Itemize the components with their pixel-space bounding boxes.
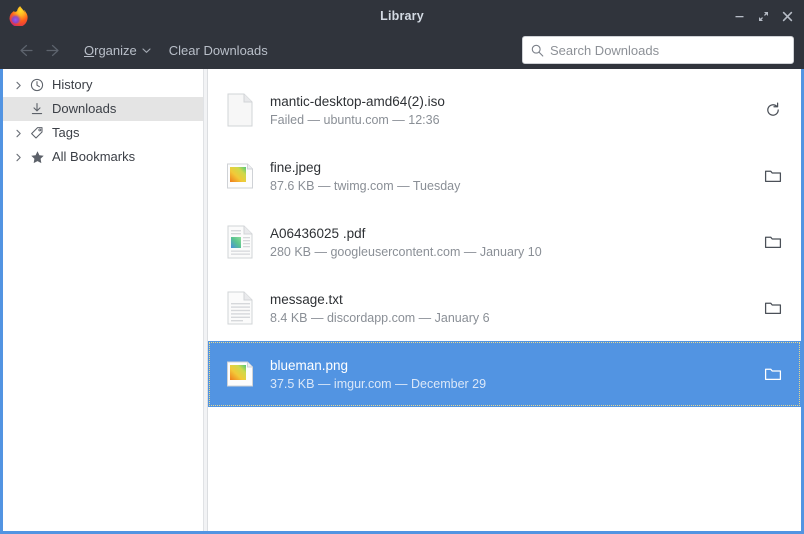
download-file-detail: Failed — ubuntu.com — 12:36 — [270, 113, 445, 127]
download-file-detail: 87.6 KB — twimg.com — Tuesday — [270, 179, 460, 193]
download-list-item-selected[interactable]: blueman.png 37.5 KB — imgur.com — Decemb… — [208, 341, 801, 407]
sidebar-item-label: All Bookmarks — [52, 150, 135, 164]
library-sidebar-tree: History Downloads — [3, 69, 204, 531]
download-item-text: A06436025 .pdf 280 KB — googleuserconten… — [270, 226, 542, 259]
download-item-text: blueman.png 37.5 KB — imgur.com — Decemb… — [270, 358, 486, 391]
sidebar-item-history[interactable]: History — [3, 73, 203, 97]
download-item-text: message.txt 8.4 KB — discordapp.com — Ja… — [270, 292, 490, 325]
pdf-document-icon — [224, 222, 256, 262]
download-file-detail: 37.5 KB — imgur.com — December 29 — [270, 377, 486, 391]
sidebar-item-all-bookmarks[interactable]: All Bookmarks — [3, 145, 203, 169]
chevron-down-icon — [142, 46, 151, 55]
organize-label-rest: rganize — [94, 43, 137, 58]
folder-icon[interactable] — [759, 360, 787, 388]
window-title: Library — [0, 9, 804, 23]
close-icon[interactable] — [776, 5, 798, 27]
library-window: Library — [0, 0, 804, 534]
back-arrow-icon[interactable] — [10, 37, 38, 63]
search-downloads-box[interactable] — [522, 36, 794, 64]
download-file-name: blueman.png — [270, 358, 486, 373]
forward-arrow-icon[interactable] — [40, 37, 68, 63]
folder-icon[interactable] — [759, 228, 787, 256]
download-item-text: mantic-desktop-amd64(2).iso Failed — ubu… — [270, 94, 445, 127]
twisty-placeholder — [9, 100, 27, 118]
sidebar-item-label: Tags — [52, 126, 79, 140]
image-icon — [224, 156, 256, 196]
folder-icon[interactable] — [759, 294, 787, 322]
download-list-item[interactable]: fine.jpeg 87.6 KB — twimg.com — Tuesday — [208, 143, 801, 209]
downloads-list[interactable]: mantic-desktop-amd64(2).iso Failed — ubu… — [208, 69, 801, 531]
sidebar-item-label: History — [52, 78, 92, 92]
firefox-logo-icon — [8, 6, 28, 26]
download-list-item[interactable]: A06436025 .pdf 280 KB — googleuserconten… — [208, 209, 801, 275]
clear-downloads-label: Clear Downloads — [169, 43, 268, 58]
download-file-detail: 8.4 KB — discordapp.com — January 6 — [270, 311, 490, 325]
chevron-right-icon[interactable] — [9, 124, 27, 142]
download-list-item[interactable]: message.txt 8.4 KB — discordapp.com — Ja… — [208, 275, 801, 341]
download-file-name: message.txt — [270, 292, 490, 307]
minimize-icon[interactable] — [728, 5, 750, 27]
download-file-detail: 280 KB — googleusercontent.com — January… — [270, 245, 542, 259]
download-file-name: A06436025 .pdf — [270, 226, 542, 241]
clock-icon — [27, 76, 47, 94]
sidebar-item-label: Downloads — [52, 102, 116, 116]
download-file-name: mantic-desktop-amd64(2).iso — [270, 94, 445, 109]
folder-icon[interactable] — [759, 162, 787, 190]
download-icon — [27, 100, 47, 118]
image-icon — [224, 354, 256, 394]
organize-menu-button[interactable]: Organize — [76, 37, 159, 63]
title-bar: Library — [0, 0, 804, 32]
download-item-text: fine.jpeg 87.6 KB — twimg.com — Tuesday — [270, 160, 460, 193]
search-input[interactable] — [550, 37, 785, 63]
blank-document-icon — [224, 90, 256, 130]
chevron-right-icon[interactable] — [9, 76, 27, 94]
sidebar-item-tags[interactable]: Tags — [3, 121, 203, 145]
download-list-item[interactable]: mantic-desktop-amd64(2).iso Failed — ubu… — [208, 77, 801, 143]
library-body: History Downloads — [0, 69, 804, 534]
toolbar: Organize Clear Downloads — [0, 32, 804, 69]
retry-icon[interactable] — [759, 96, 787, 124]
download-file-name: fine.jpeg — [270, 160, 460, 175]
sidebar-item-downloads[interactable]: Downloads — [3, 97, 203, 121]
clear-downloads-button[interactable]: Clear Downloads — [161, 37, 276, 63]
window-controls — [728, 5, 798, 27]
chevron-right-icon[interactable] — [9, 148, 27, 166]
tag-icon — [27, 124, 47, 142]
text-document-icon — [224, 288, 256, 328]
star-icon — [27, 148, 47, 166]
search-icon — [531, 44, 544, 57]
maximize-icon[interactable] — [752, 5, 774, 27]
organize-accesskey: O — [84, 43, 94, 58]
